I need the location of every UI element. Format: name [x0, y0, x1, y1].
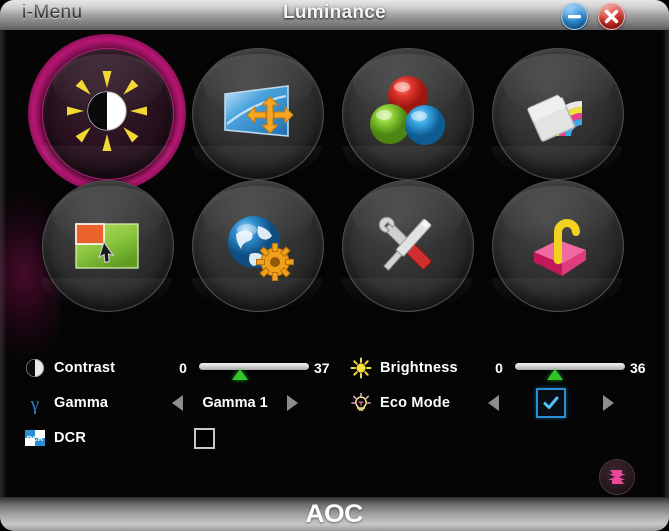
eco-mode-checkbox[interactable]	[536, 388, 566, 418]
gamma-value: Gamma 1	[202, 395, 268, 411]
brightness-row: Brightness	[348, 353, 458, 383]
menu-item-exit[interactable]	[486, 176, 628, 318]
gamma-label: Gamma	[54, 395, 109, 411]
menu-item-image-setup[interactable]	[186, 44, 328, 186]
dcr-icon: DCR	[22, 425, 48, 451]
eco-bulb-icon	[348, 390, 374, 416]
contrast-row: Contrast	[22, 353, 115, 383]
aoc-logo: AOC	[305, 499, 364, 528]
contrast-thumb[interactable]	[231, 369, 248, 380]
eco-mode-value	[499, 388, 603, 418]
gamma-row: γ Gamma	[22, 388, 108, 418]
contrast-slider[interactable]: 0 37	[172, 353, 340, 383]
dcr-row: DCR DCR	[22, 423, 86, 453]
sun-icon	[348, 355, 374, 381]
close-button[interactable]	[598, 3, 625, 30]
globe-gear-icon	[192, 180, 322, 310]
gamma-selector[interactable]: Gamma 1	[172, 388, 298, 418]
dcr-control[interactable]	[172, 423, 215, 453]
brightness-track[interactable]	[515, 357, 625, 380]
rainbow-card-icon	[492, 48, 622, 178]
menu-item-language[interactable]	[186, 176, 328, 318]
menu-icon-grid	[0, 30, 669, 330]
menu-item-osd-setup[interactable]	[36, 176, 178, 318]
check-icon	[543, 396, 559, 409]
gamma-prev-button[interactable]	[172, 395, 183, 411]
brightness-thumb[interactable]	[546, 369, 563, 380]
brightness-slider[interactable]: 0 36	[488, 353, 656, 383]
brightness-label: Brightness	[380, 360, 458, 376]
gamma-next-button[interactable]	[287, 395, 298, 411]
svg-text:DCR: DCR	[27, 434, 44, 443]
menu-item-picture-boost[interactable]	[486, 44, 628, 186]
eco-prev-button[interactable]	[488, 395, 499, 411]
imenu-window: i-Menu Luminance Contrast 0 37 Brightnes…	[0, 0, 669, 531]
gamma-icon: γ	[22, 390, 48, 416]
pink-box-hook-icon	[492, 180, 622, 310]
dcr-checkbox[interactable]	[194, 427, 215, 449]
menu-item-color-setup[interactable]	[336, 44, 478, 186]
eco-mode-label: Eco Mode	[380, 395, 451, 411]
footer-bar: AOC	[0, 497, 669, 531]
brightness-min: 0	[495, 360, 503, 376]
rgb-spheres-icon	[342, 48, 472, 178]
brightness-value: 36	[630, 360, 646, 376]
osd-cursor-icon	[42, 180, 172, 310]
reset-button[interactable]	[599, 459, 635, 495]
contrast-track[interactable]	[199, 357, 309, 380]
contrast-value: 37	[314, 360, 330, 376]
menu-item-luminance[interactable]	[28, 34, 186, 192]
contrast-label: Contrast	[54, 360, 116, 376]
contrast-min: 0	[179, 360, 187, 376]
eco-next-button[interactable]	[603, 395, 614, 411]
wrench-screwdriver-icon	[342, 180, 472, 310]
contrast-circle-icon	[22, 355, 48, 381]
eco-mode-selector[interactable]	[488, 388, 614, 418]
minus-icon	[568, 15, 581, 19]
settings-controls: Contrast 0 37 Brightness 0 36 γ Gamma Ga…	[0, 340, 669, 460]
reset-arrows-icon	[608, 470, 626, 484]
image-setup-icon	[192, 48, 322, 178]
svg-text:γ: γ	[30, 394, 39, 414]
close-icon	[604, 9, 619, 24]
dcr-label: DCR	[54, 430, 87, 446]
sun-contrast-icon	[42, 48, 172, 178]
eco-mode-row: Eco Mode	[348, 388, 450, 418]
minimize-button[interactable]	[561, 3, 588, 30]
menu-item-extra[interactable]	[336, 176, 478, 318]
